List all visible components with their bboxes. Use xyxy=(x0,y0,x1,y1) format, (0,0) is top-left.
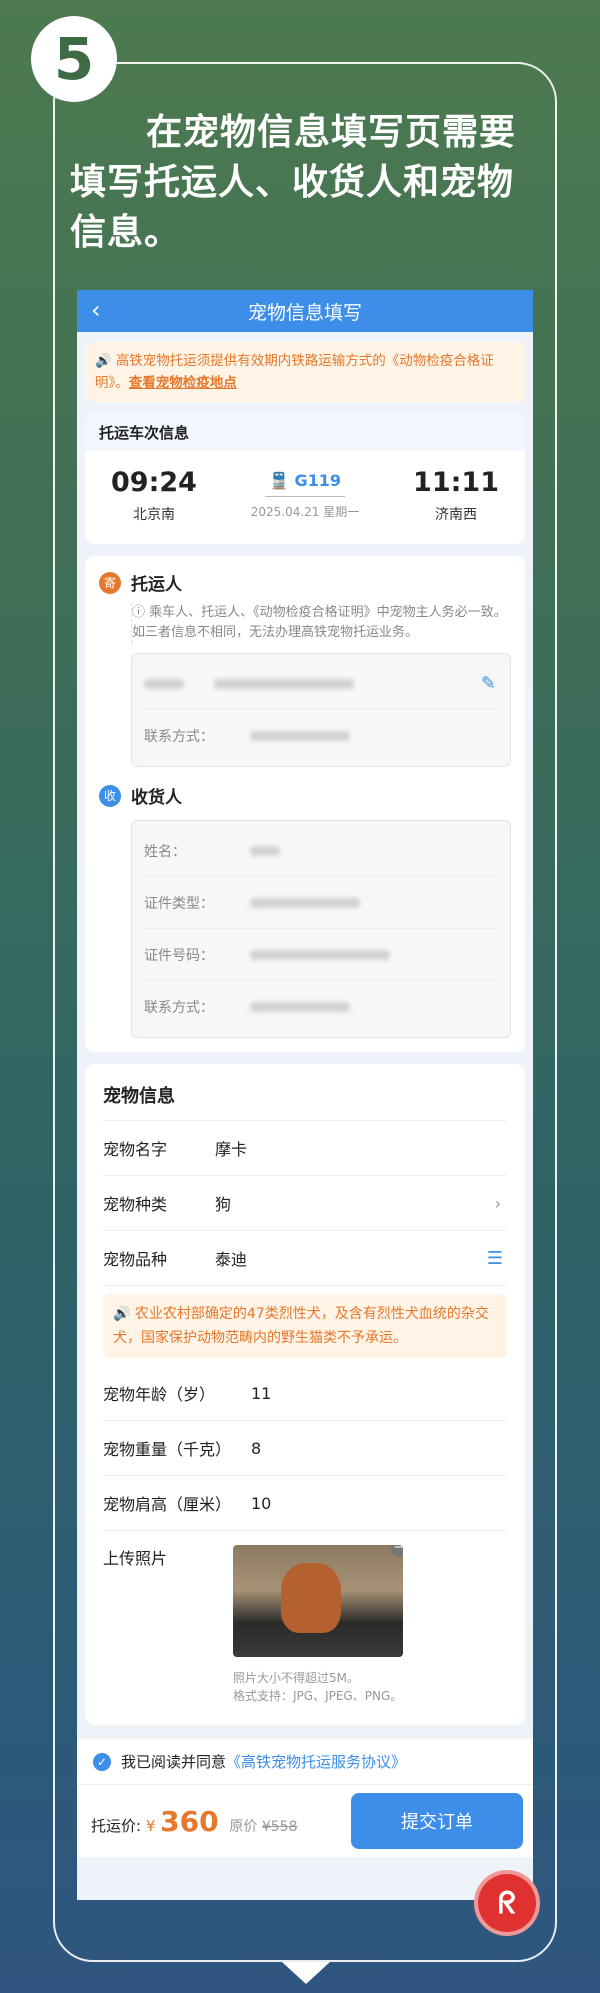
blurred-name xyxy=(144,678,184,689)
receiver-title: 收 收货人 xyxy=(99,783,511,808)
depart-station: 北京南 xyxy=(132,507,175,523)
blurred-value xyxy=(250,897,360,908)
remove-photo-icon[interactable]: − xyxy=(391,1545,403,1557)
train-icon: 🚆 xyxy=(268,471,289,490)
receiver-row[interactable]: 姓名： xyxy=(144,825,498,877)
photo-note: 照片大小不得超过5M。 格式支持：JPG、JPEG、PNG。 xyxy=(233,1669,507,1705)
blurred-id xyxy=(214,678,354,689)
pet-age-label: 宠物年龄（岁） xyxy=(103,1385,216,1404)
poodle-image xyxy=(281,1563,341,1633)
pet-age-row[interactable]: 宠物年龄（岁） 11 xyxy=(103,1366,507,1421)
breed-warning: 🔊 农业农村部确定的47类烈性犬，及含有烈性犬血统的杂交犬，国家保护动物范畴内的… xyxy=(103,1294,507,1358)
shipper-hint: ⓘ 乘车人、托运人、《动物检疫合格证明》中宠物主人务必一致。如三者信息不相同，无… xyxy=(131,603,511,643)
agreement-link[interactable]: 《高铁宠物托运服务协议》 xyxy=(226,1751,406,1772)
phone-screenshot: ‹ 宠物信息填写 🔊 高铁宠物托运须提供有效期内铁路运输方式的《动物检疫合格证明》… xyxy=(77,290,533,1900)
train-middle: 🚆 G119 2025.04.21 星期一 xyxy=(251,471,360,520)
receiver-title-text: 收货人 xyxy=(131,788,182,808)
currency-symbol: ¥ xyxy=(145,1816,156,1835)
blurred-value xyxy=(250,949,390,960)
pet-weight-label: 宠物重量（千克） xyxy=(103,1440,232,1459)
quarantine-notice: 🔊 高铁宠物托运须提供有效期内铁路运输方式的《动物检疫合格证明》。查看宠物检疫地点 xyxy=(85,342,525,402)
pet-height-label: 宠物肩高（厘米） xyxy=(103,1495,232,1514)
agreement-row[interactable]: ✓ 我已阅读并同意 《高铁宠物托运服务协议》 xyxy=(77,1739,533,1784)
page-headline: 在宠物信息填写页需要填写托运人、收货人和宠物信息。 xyxy=(70,112,517,253)
depart-block: 09:24 北京南 xyxy=(111,467,197,524)
pet-section-title: 宠物信息 xyxy=(103,1074,507,1121)
original-price-value: ¥558 xyxy=(261,1818,298,1835)
shipper-form[interactable]: ✎ 联系方式： xyxy=(131,653,511,767)
depart-time: 09:24 xyxy=(111,467,197,498)
train-date: 2025.04.21 星期一 xyxy=(250,505,360,519)
receiver-badge: 收 xyxy=(99,784,121,807)
step-number-badge: 5 xyxy=(31,16,117,102)
quarantine-location-link[interactable]: 查看宠物检疫地点 xyxy=(129,375,237,391)
arrive-block: 11:11 济南西 xyxy=(413,467,499,524)
navbar-title: 宠物信息填写 xyxy=(247,301,362,324)
navbar: ‹ 宠物信息填写 xyxy=(77,290,533,332)
price-block: 托运价: ¥ 360 原价 ¥558 xyxy=(91,1805,298,1838)
shipper-contact-row: 联系方式： xyxy=(144,710,498,762)
pet-name-label: 宠物名字 xyxy=(103,1140,168,1159)
upload-photo-row: 上传照片 − xyxy=(103,1531,507,1669)
pet-height-value[interactable]: 10 xyxy=(251,1494,271,1513)
receiver-row[interactable]: 证件号码： xyxy=(144,929,498,981)
pet-name-value[interactable]: 摩卡 xyxy=(215,1136,247,1160)
person-section: 寄 托运人 ⓘ 乘车人、托运人、《动物检疫合格证明》中宠物主人务必一致。如三者信… xyxy=(85,556,525,1052)
upload-photo-label: 上传照片 xyxy=(103,1549,168,1568)
arrive-station: 济南西 xyxy=(435,507,478,523)
shipper-hint-text: 乘车人、托运人、《动物检疫合格证明》中宠物主人务必一致。如三者信息不相同，无法办… xyxy=(132,605,507,640)
receiver-idtype-label: 证件类型： xyxy=(144,895,214,912)
photo-size-note: 照片大小不得超过5M。 xyxy=(233,1671,359,1685)
pet-age-value[interactable]: 11 xyxy=(251,1384,271,1403)
train-info-card: 托运车次信息 09:24 北京南 🚆 G119 2025.04.21 星期一 1… xyxy=(85,414,525,544)
receiver-name-label: 姓名： xyxy=(144,843,186,860)
train-section-title: 托运车次信息 xyxy=(85,414,525,451)
receiver-form[interactable]: 姓名： 证件类型： 证件号码： 联系方式： xyxy=(131,820,511,1038)
speaker-icon: 🔊 xyxy=(95,353,112,369)
pet-breed-row[interactable]: 宠物品种 泰迪 ☰ xyxy=(103,1231,507,1286)
pet-weight-value[interactable]: 8 xyxy=(251,1439,261,1458)
submit-order-button[interactable]: 提交订单 xyxy=(351,1793,523,1849)
shipper-title-text: 托运人 xyxy=(131,575,182,595)
checkbox-checked-icon[interactable]: ✓ xyxy=(93,1752,111,1771)
pet-height-row[interactable]: 宠物肩高（厘米） 10 xyxy=(103,1476,507,1531)
chevron-left-icon[interactable]: ‹ xyxy=(91,296,101,324)
bottom-notch xyxy=(282,1962,330,1984)
arrive-time: 11:11 xyxy=(413,467,499,498)
original-price-label: 原价 xyxy=(229,1818,258,1835)
shipper-contact-label: 联系方式： xyxy=(144,729,214,745)
receiver-row[interactable]: 证件类型： xyxy=(144,877,498,929)
price-value: 360 xyxy=(160,1804,219,1838)
receiver-row[interactable]: 联系方式： xyxy=(144,981,498,1033)
receiver-idno-label: 证件号码： xyxy=(144,947,214,964)
blurred-phone xyxy=(250,731,350,741)
speaker-icon: 🔊 xyxy=(113,1306,131,1322)
pet-kind-label: 宠物种类 xyxy=(103,1195,168,1214)
pet-weight-row[interactable]: 宠物重量（千克） 8 xyxy=(103,1421,507,1476)
pet-name-row[interactable]: 宠物名字 摩卡 xyxy=(103,1121,507,1176)
edit-pencil-icon[interactable]: ✎ xyxy=(481,673,496,694)
blurred-value xyxy=(250,845,280,856)
pet-breed-label: 宠物品种 xyxy=(103,1250,168,1269)
shipper-badge: 寄 xyxy=(99,571,121,594)
shipper-name-row: ✎ xyxy=(144,658,498,710)
price-label: 托运价: xyxy=(91,1816,142,1835)
railway-logo-icon: ᖇ xyxy=(474,1870,540,1936)
pet-photo-thumbnail[interactable]: − xyxy=(233,1545,403,1657)
pet-kind-value[interactable]: 狗 xyxy=(215,1191,231,1215)
pet-info-card: 宠物信息 宠物名字 摩卡 宠物种类 狗 › 宠物品种 泰迪 ☰ 🔊 农业农村部确定的47类… xyxy=(85,1064,525,1725)
blurred-value xyxy=(250,1002,350,1012)
route-line xyxy=(265,496,345,497)
photo-format-note: 格式支持：JPG、JPEG、PNG。 xyxy=(233,1689,403,1703)
pet-breed-value[interactable]: 泰迪 xyxy=(215,1246,247,1270)
checkout-footer: 托运价: ¥ 360 原价 ¥558 提交订单 xyxy=(77,1784,533,1857)
receiver-contact-label: 联系方式： xyxy=(144,1000,214,1016)
list-icon[interactable]: ☰ xyxy=(487,1248,503,1269)
breed-warning-text: 农业农村部确定的47类烈性犬，及含有烈性犬血统的杂交犬，国家保护动物范畴内的野生… xyxy=(113,1306,489,1346)
train-number: G119 xyxy=(294,471,342,490)
pet-kind-row[interactable]: 宠物种类 狗 › xyxy=(103,1176,507,1231)
agreement-prefix: 我已阅读并同意 xyxy=(121,1753,227,1771)
chevron-right-icon[interactable]: › xyxy=(495,1194,501,1213)
shipper-title: 寄 托运人 xyxy=(99,570,511,595)
